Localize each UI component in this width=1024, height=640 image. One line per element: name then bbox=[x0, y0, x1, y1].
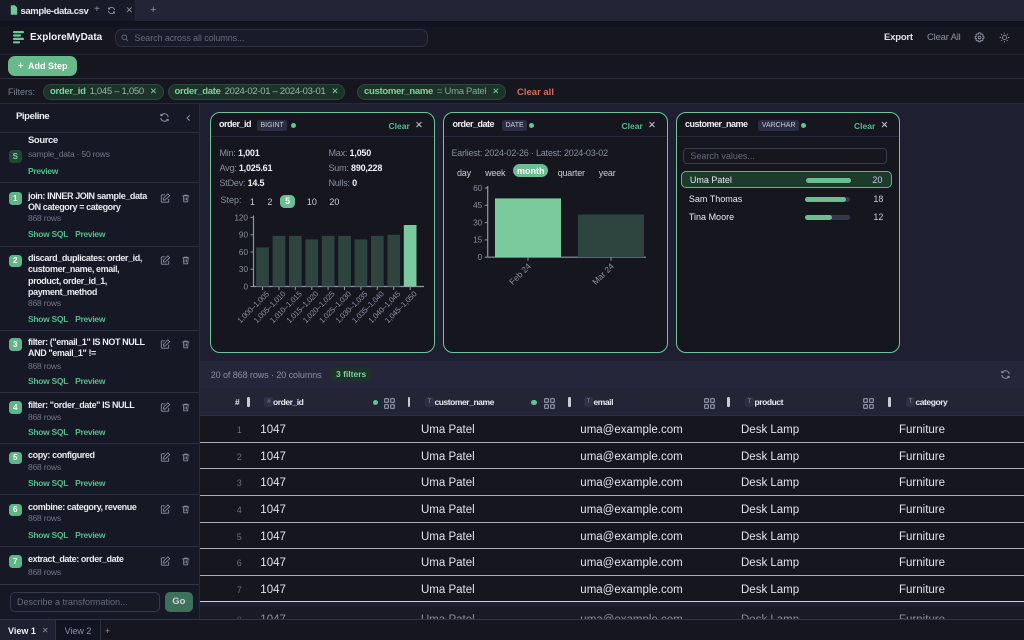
svg-text:90: 90 bbox=[239, 231, 249, 240]
svg-text:45: 45 bbox=[473, 201, 483, 210]
svg-text:Feb 24: Feb 24 bbox=[508, 261, 534, 287]
svg-text:120: 120 bbox=[234, 214, 248, 223]
svg-text:30: 30 bbox=[239, 265, 249, 274]
svg-text:15: 15 bbox=[473, 236, 483, 245]
svg-text:60: 60 bbox=[473, 184, 483, 193]
svg-text:0: 0 bbox=[243, 283, 248, 292]
svg-text:30: 30 bbox=[473, 219, 483, 228]
svg-text:60: 60 bbox=[239, 248, 249, 257]
svg-text:Mar 24: Mar 24 bbox=[591, 261, 617, 287]
svg-text:0: 0 bbox=[478, 253, 483, 262]
